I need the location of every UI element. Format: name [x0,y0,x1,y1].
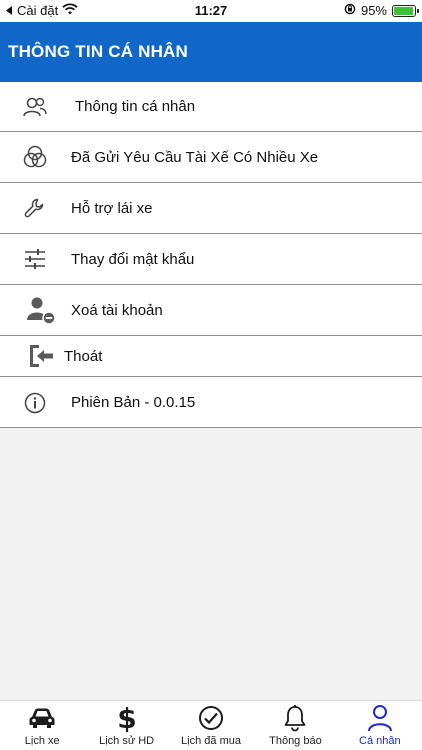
menu-item-label: Thoát [64,348,103,365]
tab-purchased-schedule[interactable]: Lịch đã mua [169,701,253,750]
status-bar: Cài đặt 11:27 95% [0,0,422,22]
tab-label: Lịch sử HD [99,735,155,747]
orientation-lock-icon [344,3,356,18]
svg-text:$: $ [117,703,136,733]
check-circle-icon [198,703,224,733]
menu-item-label: Đã Gửi Yêu Cầu Tài Xế Có Nhiều Xe [71,149,319,166]
tab-label: Thông báo [269,735,322,747]
wrench-icon [22,195,48,221]
dollar-icon: $ [117,703,137,733]
tab-label: Lịch xe [24,735,60,747]
menu-item-logout[interactable]: Thoát [0,336,422,377]
battery-icon [392,4,419,17]
tab-bar: Lịch xe $ Lịch sử HD Lịch đã mua Thông b… [0,700,422,750]
users-icon [22,94,48,120]
page-title: THÔNG TIN CÁ NHÂN [8,42,188,61]
info-icon [24,392,46,414]
tab-label: Cá nhân [359,735,401,747]
user-remove-icon [26,296,58,326]
menu-item-delete-account[interactable]: Xoá tài khoản [0,285,422,336]
tab-contract-history[interactable]: $ Lịch sử HD [84,701,168,750]
tab-notifications[interactable]: Thông báo [253,701,337,750]
menu-item-multi-vehicle-request[interactable]: Đã Gửi Yêu Cầu Tài Xế Có Nhiều Xe [0,132,422,183]
circles-icon [22,144,48,170]
sliders-icon [22,247,48,271]
menu-item-personal-info[interactable]: Thông tin cá nhân [0,82,422,132]
battery-percent: 95% [360,3,387,18]
tab-profile[interactable]: Cá nhân [338,701,422,750]
menu-item-label: Hỗ trợ lái xe [71,200,153,217]
menu-item-change-password[interactable]: Thay đổi mật khẩu [0,234,422,285]
menu-item-label: Xoá tài khoản [71,302,163,319]
profile-menu: Thông tin cá nhân Đã Gửi Yêu Cầu Tài Xế … [0,82,422,428]
person-icon [367,703,393,733]
battery-fill [394,6,413,15]
logout-icon [27,343,55,369]
menu-item-version: Phiên Bản - 0.0.15 [0,377,422,428]
version-label: Phiên Bản - 0.0.15 [71,394,196,411]
car-icon [28,703,56,733]
menu-item-label: Thay đổi mật khẩu [71,251,195,268]
app-header: THÔNG TIN CÁ NHÂN [0,22,422,82]
tab-schedule[interactable]: Lịch xe [0,701,84,750]
bell-icon [283,703,307,733]
menu-item-driving-support[interactable]: Hỗ trợ lái xe [0,183,422,234]
tab-label: Lịch đã mua [181,735,241,747]
menu-item-label: Thông tin cá nhân [75,98,196,115]
